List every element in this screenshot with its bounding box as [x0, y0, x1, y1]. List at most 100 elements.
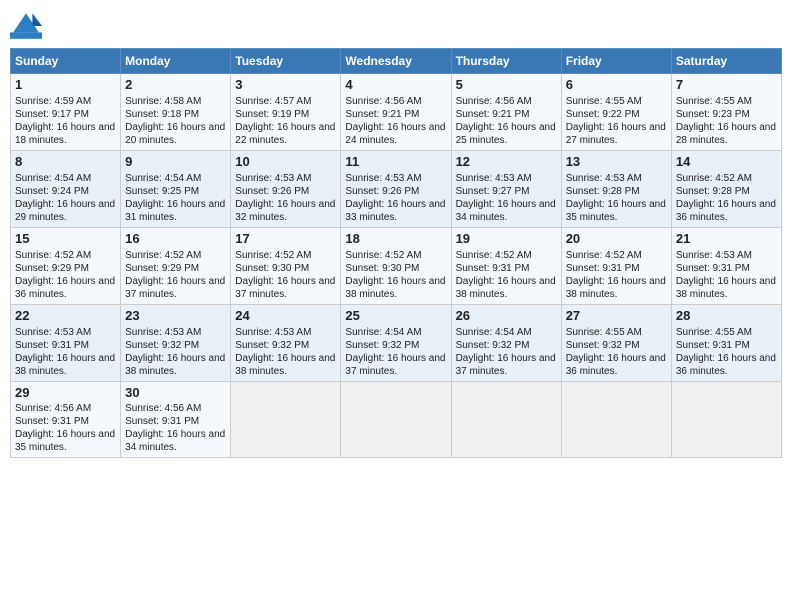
header-cell-sunday: Sunday: [11, 49, 121, 74]
day-cell: 22Sunrise: 4:53 AMSunset: 9:31 PMDayligh…: [11, 304, 121, 381]
daylight-label: Daylight: 16 hours and 36 minutes.: [566, 353, 666, 377]
sunset-label: Sunset: 9:32 PM: [125, 340, 199, 351]
sunset-label: Sunset: 9:24 PM: [15, 186, 89, 197]
day-cell: 11Sunrise: 4:53 AMSunset: 9:26 PMDayligh…: [341, 150, 451, 227]
sunrise-label: Sunrise: 4:53 AM: [235, 327, 311, 338]
day-cell: 29Sunrise: 4:56 AM Sunset: 9:31 PM Dayligh…: [11, 381, 121, 458]
sunrise-label: Sunrise: 4:53 AM: [566, 173, 642, 184]
sunrise-label: Sunrise: 4:59 AM: [15, 96, 91, 107]
sunrise-label: Sunrise: 4:54 AM: [345, 327, 421, 338]
sunset-label: Sunset: 9:21 PM: [456, 109, 530, 120]
day-number: 10: [235, 154, 336, 171]
sunset-label: Sunset: 9:26 PM: [345, 186, 419, 197]
day-number: 29: [15, 385, 116, 402]
daylight-label: Daylight: 16 hours and 38 minutes.: [235, 353, 335, 377]
day-cell: 7Sunrise: 4:55 AMSunset: 9:23 PMDaylight…: [671, 74, 781, 151]
day-number: 3: [235, 77, 336, 94]
day-number: 27: [566, 308, 667, 325]
day-cell: 3Sunrise: 4:57 AMSunset: 9:19 PMDaylight…: [231, 74, 341, 151]
day-number: 20: [566, 231, 667, 248]
day-cell: 17Sunrise: 4:52 AMSunset: 9:30 PMDayligh…: [231, 227, 341, 304]
day-number: 30: [125, 385, 226, 402]
day-cell: 27Sunrise: 4:55 AMSunset: 9:32 PMDayligh…: [561, 304, 671, 381]
day-cell: 21Sunrise: 4:53 AMSunset: 9:31 PMDayligh…: [671, 227, 781, 304]
sunrise-label: Sunrise: 4:52 AM: [235, 250, 311, 261]
daylight-label: Daylight: 16 hours and 35 minutes.: [15, 429, 115, 453]
day-number: 2: [125, 77, 226, 94]
day-number: 11: [345, 154, 446, 171]
sunset-label: Sunset: 9:32 PM: [456, 340, 530, 351]
sunset-label: Sunset: 9:29 PM: [125, 263, 199, 274]
week-row-5: 29Sunrise: 4:56 AMSunset: 9:31 PMDayligh…: [11, 381, 782, 458]
day-number: 21: [676, 231, 777, 248]
sunset-label: Sunset: 9:26 PM: [235, 186, 309, 197]
sunset-label: Sunset: 9:28 PM: [566, 186, 640, 197]
day-cell: [231, 381, 341, 458]
day-cell: 2Sunrise: 4:58 AMSunset: 9:18 PMDaylight…: [121, 74, 231, 151]
sunrise-label: Sunrise: 4:55 AM: [676, 327, 752, 338]
sunrise-label: Sunrise: 4:52 AM: [125, 250, 201, 261]
sunset-label: Sunset: 9:22 PM: [566, 109, 640, 120]
sunset-label: Sunset: 9:18 PM: [125, 109, 199, 120]
daylight-label: Daylight: 16 hours and 18 minutes.: [15, 122, 115, 146]
header-cell-wednesday: Wednesday: [341, 49, 451, 74]
day-number: 23: [125, 308, 226, 325]
daylight-label: Daylight: 16 hours and 36 minutes.: [15, 276, 115, 300]
daylight-label: Daylight: 16 hours and 38 minutes.: [15, 353, 115, 377]
sunrise-label: Sunrise: 4:52 AM: [345, 250, 421, 261]
header: [10, 10, 782, 42]
daylight-label: Daylight: 16 hours and 24 minutes.: [345, 122, 445, 146]
sunrise-label: Sunrise: 4:56 AM: [125, 403, 201, 414]
day-cell: [341, 381, 451, 458]
daylight-label: Daylight: 16 hours and 28 minutes.: [676, 122, 776, 146]
daylight-label: Daylight: 16 hours and 36 minutes.: [676, 353, 776, 377]
day-number: 18: [345, 231, 446, 248]
sunset-label: Sunset: 9:32 PM: [235, 340, 309, 351]
day-number: 9: [125, 154, 226, 171]
sunrise-label: Sunrise: 4:56 AM: [15, 403, 91, 414]
sunset-label: Sunset: 9:31 PM: [15, 416, 89, 427]
week-row-3: 15Sunrise: 4:52 AMSunset: 9:29 PMDayligh…: [11, 227, 782, 304]
day-cell: 5Sunrise: 4:56 AMSunset: 9:21 PMDaylight…: [451, 74, 561, 151]
sunset-label: Sunset: 9:31 PM: [125, 416, 199, 427]
day-cell: 1 Sunrise: 4:59 AM Sunset: 9:17 PM Daylight…: [11, 74, 121, 151]
daylight-label: Daylight: 16 hours and 27 minutes.: [566, 122, 666, 146]
header-cell-thursday: Thursday: [451, 49, 561, 74]
logo-icon: [10, 10, 42, 42]
day-cell: 23Sunrise: 4:53 AMSunset: 9:32 PMDayligh…: [121, 304, 231, 381]
sunrise-label: Sunrise: 4:53 AM: [235, 173, 311, 184]
daylight-label: Daylight: 16 hours and 38 minutes.: [345, 276, 445, 300]
sunrise-label: Sunrise: 4:52 AM: [456, 250, 532, 261]
sunset-label: Sunset: 9:27 PM: [456, 186, 530, 197]
day-number: 13: [566, 154, 667, 171]
page: SundayMondayTuesdayWednesdayThursdayFrid…: [0, 0, 792, 612]
day-cell: 8Sunrise: 4:54 AMSunset: 9:24 PMDaylight…: [11, 150, 121, 227]
sunrise-label: Sunrise: 4:54 AM: [15, 173, 91, 184]
sunrise-label: Sunrise: 4:52 AM: [676, 173, 752, 184]
sunset-label: Sunset: 9:28 PM: [676, 186, 750, 197]
day-cell: 13Sunrise: 4:53 AMSunset: 9:28 PMDayligh…: [561, 150, 671, 227]
day-number: 26: [456, 308, 557, 325]
sunset-label: Sunset: 9:31 PM: [676, 263, 750, 274]
day-number: 7: [676, 77, 777, 94]
logo: [10, 10, 46, 42]
sunrise-label: Sunrise: 4:53 AM: [125, 327, 201, 338]
day-cell: 9Sunrise: 4:54 AMSunset: 9:25 PMDaylight…: [121, 150, 231, 227]
day-cell: 24Sunrise: 4:53 AMSunset: 9:32 PMDayligh…: [231, 304, 341, 381]
sunrise-label: Sunrise: 4:54 AM: [125, 173, 201, 184]
daylight-label: Daylight: 16 hours and 34 minutes.: [456, 199, 556, 223]
day-number: 1: [15, 77, 116, 94]
sunrise-label: Sunrise: 4:53 AM: [345, 173, 421, 184]
day-cell: 19Sunrise: 4:52 AMSunset: 9:31 PMDayligh…: [451, 227, 561, 304]
daylight-label: Daylight: 16 hours and 32 minutes.: [235, 199, 335, 223]
day-cell: 30Sunrise: 4:56 AMSunset: 9:31 PMDayligh…: [121, 381, 231, 458]
day-number: 6: [566, 77, 667, 94]
day-cell: 10 Sunrise: 4:53 AM Sunset: 9:26 PM Dayligh…: [231, 150, 341, 227]
header-cell-saturday: Saturday: [671, 49, 781, 74]
sunset-label: Sunset: 9:17 PM: [15, 109, 89, 120]
sunset-label: Sunset: 9:19 PM: [235, 109, 309, 120]
daylight-label: Daylight: 16 hours and 22 minutes.: [235, 122, 335, 146]
sunrise-label: Sunrise: 4:55 AM: [676, 96, 752, 107]
day-cell: 12Sunrise: 4:53 AMSunset: 9:27 PMDayligh…: [451, 150, 561, 227]
sunset-label: Sunset: 9:31 PM: [15, 340, 89, 351]
